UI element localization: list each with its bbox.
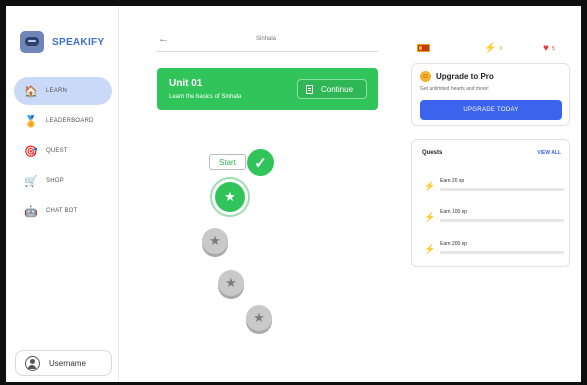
hearts-count: 5 — [551, 45, 555, 52]
upgrade-header: ☺ Upgrade to Pro — [420, 71, 494, 82]
upgrade-subtitle: Get unlimited hearts and more! — [420, 86, 489, 92]
continue-button[interactable]: Continue — [297, 79, 367, 99]
sidebar-item-label: SHOP — [46, 178, 64, 184]
medal-icon: 🏅 — [24, 115, 38, 128]
sidebar-item-leaderboard[interactable]: 🏅 LEADERBOARD — [14, 107, 112, 135]
lesson-node-locked[interactable]: ★ — [202, 228, 228, 254]
gem-icon: ⚡ — [484, 43, 497, 54]
sidebar-item-chat-bot[interactable]: 🤖 CHAT BOT — [14, 197, 112, 225]
heart-icon: ♥ — [543, 43, 549, 54]
lesson-node-active[interactable]: ★ — [215, 182, 245, 212]
lightning-icon: ⚡ — [424, 181, 436, 191]
user-avatar-icon — [25, 355, 40, 371]
lesson-node-locked[interactable]: ★ — [218, 270, 244, 296]
quests-card: Quests VIEW ALL ⚡ Earn 20 xp ⚡ Earn 100 … — [411, 139, 570, 267]
sidebar-nav: 🏠 LEARN 🏅 LEADERBOARD 🎯 QUEST 🛒 SHOP 🤖 C… — [14, 77, 112, 227]
gems-count: 0 — [499, 45, 503, 52]
lightning-icon: ⚡ — [424, 244, 436, 254]
sidebar-item-quest[interactable]: 🎯 QUEST — [14, 137, 112, 165]
sidebar-item-learn[interactable]: 🏠 LEARN — [14, 77, 112, 105]
target-icon: 🎯 — [24, 145, 38, 158]
header-divider — [156, 51, 378, 52]
sri-lanka-flag-icon[interactable] — [417, 44, 430, 52]
upgrade-button[interactable]: UPGRADE TODAY — [420, 100, 562, 120]
cart-icon: 🛒 — [24, 175, 38, 188]
quest-progress-bar — [440, 251, 564, 254]
notebook-icon — [306, 84, 313, 94]
unit-banner: Unit 01 Learn the basics of Sinhala Cont… — [157, 68, 378, 110]
quest-item[interactable]: ⚡ Earn 20 xp — [424, 178, 564, 198]
quest-label: Earn 100 xp — [440, 209, 467, 215]
sidebar-item-label: LEADERBOARD — [46, 118, 94, 124]
pro-badge-icon: ☺ — [420, 71, 431, 82]
upgrade-title: Upgrade to Pro — [436, 72, 494, 81]
back-arrow-icon[interactable]: ← — [158, 33, 169, 45]
robot-icon: 🤖 — [24, 205, 38, 218]
unit-subtitle: Learn the basics of Sinhala — [169, 94, 242, 100]
sidebar-item-label: CHAT BOT — [46, 208, 78, 214]
quest-label: Earn 20 xp — [440, 178, 465, 184]
sidebar: SPEAKIFY 🏠 LEARN 🏅 LEADERBOARD 🎯 QUEST 🛒… — [6, 6, 119, 382]
continue-label: Continue — [321, 84, 354, 94]
sidebar-item-label: LEARN — [46, 88, 68, 94]
star-icon: ★ — [224, 189, 236, 204]
upgrade-card: ☺ Upgrade to Pro Get unlimited hearts an… — [411, 63, 570, 126]
gems-counter[interactable]: ⚡ 0 — [484, 43, 502, 54]
star-icon: ★ — [209, 233, 221, 248]
start-tooltip: Start — [209, 154, 246, 170]
hearts-counter[interactable]: ♥ 5 — [543, 43, 555, 54]
speakify-logo-icon — [20, 31, 44, 53]
house-icon: 🏠 — [24, 85, 38, 98]
app-window: SPEAKIFY 🏠 LEARN 🏅 LEADERBOARD 🎯 QUEST 🛒… — [6, 6, 581, 382]
start-label: Start — [219, 157, 236, 167]
sidebar-item-shop[interactable]: 🛒 SHOP — [14, 167, 112, 195]
user-profile-button[interactable]: Username — [15, 350, 112, 376]
quest-item[interactable]: ⚡ Earn 200 xp — [424, 241, 564, 261]
page-title: Sinhala — [256, 36, 277, 42]
lesson-completed-check-icon[interactable]: ✓ — [247, 149, 274, 176]
star-icon: ★ — [253, 310, 265, 325]
brand-name: SPEAKIFY — [52, 36, 105, 48]
star-icon: ★ — [225, 275, 237, 290]
quest-progress-bar — [440, 188, 564, 191]
user-name: Username — [49, 358, 86, 368]
unit-title: Unit 01 — [169, 78, 203, 89]
view-all-link[interactable]: VIEW ALL — [537, 150, 561, 156]
quest-item[interactable]: ⚡ Earn 100 xp — [424, 209, 564, 229]
quest-progress-bar — [440, 219, 564, 222]
lesson-node-locked[interactable]: ★ — [246, 305, 272, 331]
quests-title: Quests — [422, 150, 443, 156]
quest-label: Earn 200 xp — [440, 241, 467, 247]
lightning-icon: ⚡ — [424, 212, 436, 222]
sidebar-item-label: QUEST — [46, 148, 68, 154]
brand[interactable]: SPEAKIFY — [20, 31, 104, 53]
